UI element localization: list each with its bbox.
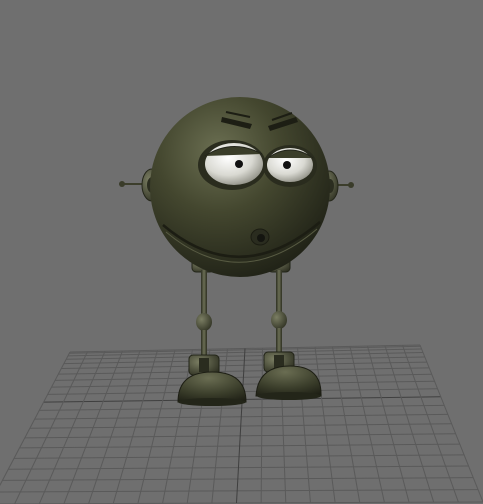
left-antenna [119, 181, 145, 187]
right-leg [263, 270, 295, 373]
left-leg [188, 270, 220, 376]
left-eye [198, 140, 266, 190]
right-eye [263, 145, 317, 187]
grid-line [260, 348, 263, 503]
ground-grid [0, 344, 483, 504]
3d-viewport[interactable] [0, 0, 483, 504]
robot-mouth [250, 228, 270, 246]
grid-line [419, 344, 483, 503]
robot-character[interactable] [119, 97, 354, 406]
viewport-canvas[interactable] [0, 0, 483, 504]
